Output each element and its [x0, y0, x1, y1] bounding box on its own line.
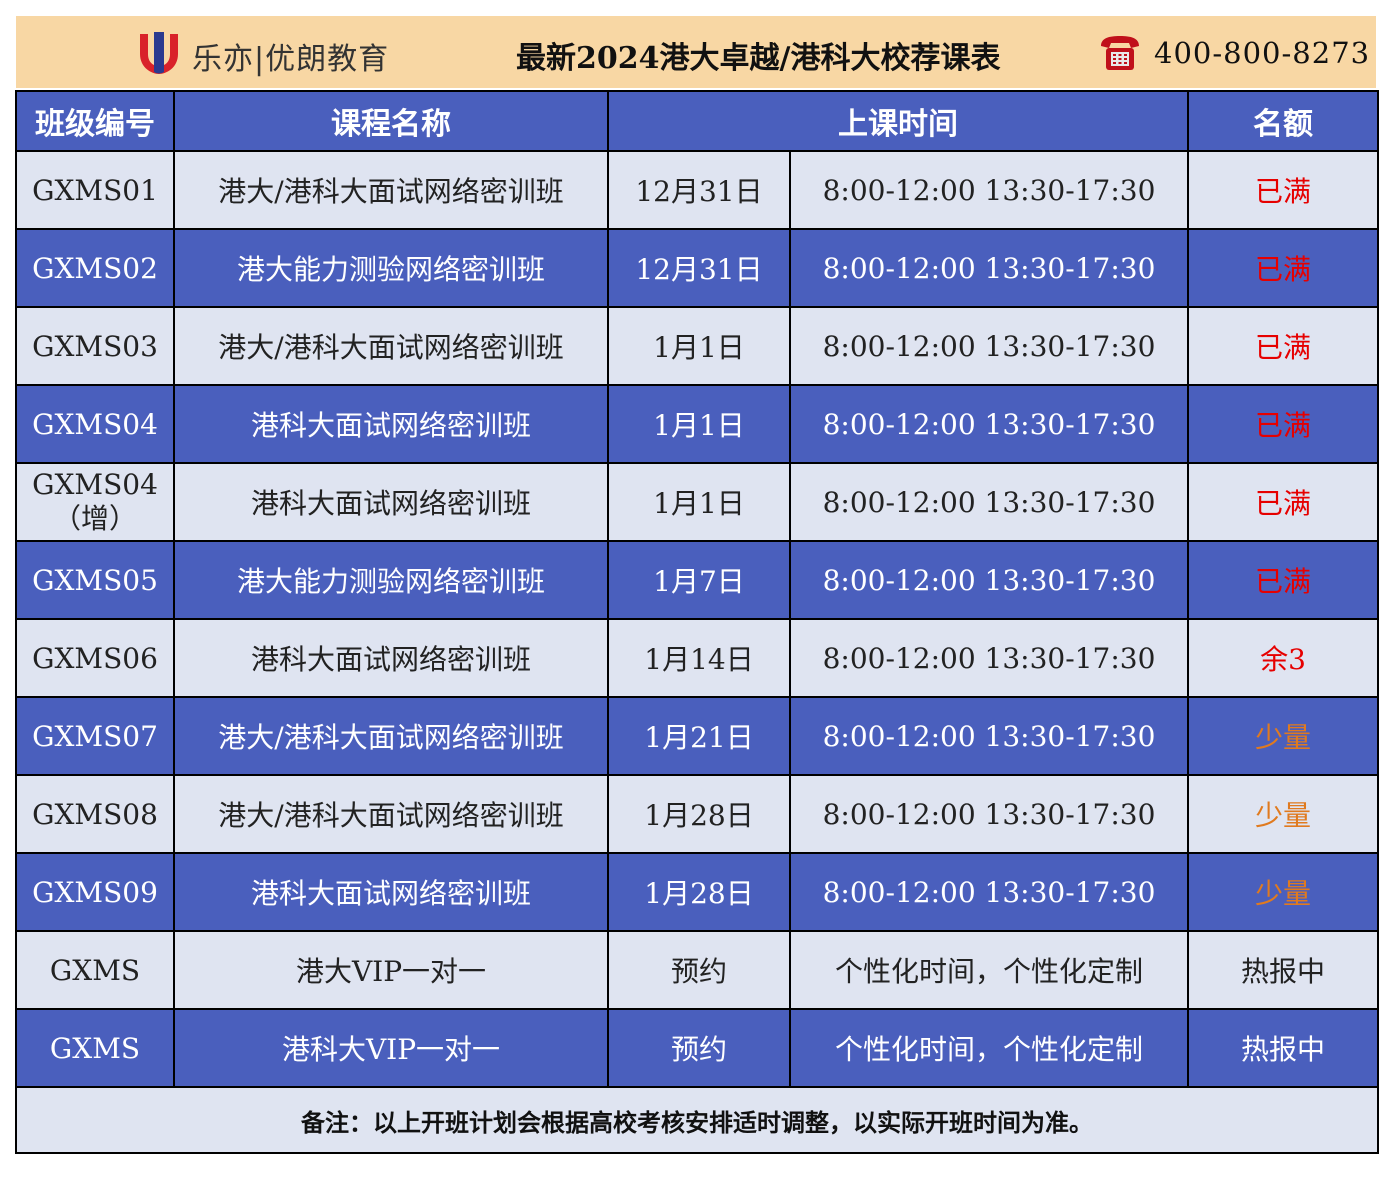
telephone-icon [1101, 36, 1139, 70]
quota-status: 热报中 [1187, 930, 1379, 1010]
table-row: GXMS02 港大能力测验网络密训班 12月31日 8:00-12:00 13:… [15, 228, 1379, 308]
class-hours: 8:00-12:00 13:30-17:30 [789, 540, 1189, 620]
class-id-suffix: （增） [52, 502, 137, 535]
class-id: GXMS03 [15, 306, 175, 386]
class-date: 1月1日 [607, 462, 791, 542]
quota-status: 已满 [1187, 306, 1379, 386]
table-row: GXMS 港大VIP一对一 预约 个性化时间，个性化定制 热报中 [15, 930, 1379, 1010]
course-name: 港大/港科大面试网络密训班 [173, 306, 609, 386]
course-name: 港科大面试网络密训班 [173, 618, 609, 698]
course-name: 港大/港科大面试网络密训班 [173, 696, 609, 776]
quota-status: 少量 [1187, 774, 1379, 854]
table-row: GXMS07 港大/港科大面试网络密训班 1月21日 8:00-12:00 13… [15, 696, 1379, 776]
note-row: 备注：以上开班计划会根据高校考核安排适时调整，以实际开班时间为准。 [15, 1086, 1379, 1154]
course-name: 港大/港科大面试网络密训班 [173, 150, 609, 230]
class-id: GXMS07 [15, 696, 175, 776]
class-id: GXMS [15, 930, 175, 1010]
class-id: GXMS09 [15, 852, 175, 932]
table-row: GXMS01 港大/港科大面试网络密训班 12月31日 8:00-12:00 1… [15, 150, 1379, 230]
class-date: 12月31日 [607, 228, 791, 308]
course-schedule-table: 班级编号 课程名称 上课时间 名额 GXMS01 港大/港科大面试网络密训班 1… [15, 90, 1379, 1154]
table-row: GXMS05 港大能力测验网络密训班 1月7日 8:00-12:00 13:30… [15, 540, 1379, 620]
table-row: GXMS04 港科大面试网络密训班 1月1日 8:00-12:00 13:30-… [15, 384, 1379, 464]
class-hours: 个性化时间，个性化定制 [789, 930, 1189, 1010]
class-id: GXMS [15, 1008, 175, 1088]
class-date: 1月7日 [607, 540, 791, 620]
table-row: GXMS04 （增） 港科大面试网络密训班 1月1日 8:00-12:00 13… [15, 462, 1379, 542]
brand-name: 乐亦|优朗教育 [192, 42, 390, 77]
class-hours: 8:00-12:00 13:30-17:30 [789, 696, 1189, 776]
class-hours: 8:00-12:00 13:30-17:30 [789, 150, 1189, 230]
quota-status: 已满 [1187, 150, 1379, 230]
class-id: GXMS04 [15, 384, 175, 464]
class-id: GXMS02 [15, 228, 175, 308]
class-id: GXMS06 [15, 618, 175, 698]
class-id: GXMS05 [15, 540, 175, 620]
course-name: 港科大VIP一对一 [173, 1008, 609, 1088]
class-hours: 8:00-12:00 13:30-17:30 [789, 384, 1189, 464]
class-date: 1月1日 [607, 306, 791, 386]
quota-status: 已满 [1187, 228, 1379, 308]
quota-status: 余3 [1187, 618, 1379, 698]
schedule-note: 备注：以上开班计划会根据高校考核安排适时调整，以实际开班时间为准。 [15, 1086, 1379, 1154]
course-name: 港大VIP一对一 [173, 930, 609, 1010]
class-date: 1月28日 [607, 774, 791, 854]
header-quota: 名额 [1187, 90, 1379, 152]
table-row: GXMS03 港大/港科大面试网络密训班 1月1日 8:00-12:00 13:… [15, 306, 1379, 386]
course-name: 港科大面试网络密训班 [173, 852, 609, 932]
class-date: 预约 [607, 930, 791, 1010]
class-date: 预约 [607, 1008, 791, 1088]
page-title: 最新2024港大卓越/港科大校荐课表 [516, 41, 1001, 76]
class-date: 1月21日 [607, 696, 791, 776]
class-hours: 个性化时间，个性化定制 [789, 1008, 1189, 1088]
course-name: 港大能力测验网络密训班 [173, 540, 609, 620]
class-hours: 8:00-12:00 13:30-17:30 [789, 774, 1189, 854]
course-name: 港科大面试网络密训班 [173, 462, 609, 542]
course-name: 港科大面试网络密训班 [173, 384, 609, 464]
header-course-name: 课程名称 [173, 90, 609, 152]
table-header-row: 班级编号 课程名称 上课时间 名额 [15, 90, 1379, 152]
table-row: GXMS 港科大VIP一对一 预约 个性化时间，个性化定制 热报中 [15, 1008, 1379, 1088]
phone-number[interactable]: 400-800-8273 [1154, 36, 1370, 70]
quota-status: 少量 [1187, 696, 1379, 776]
class-date: 12月31日 [607, 150, 791, 230]
table-row: GXMS06 港科大面试网络密训班 1月14日 8:00-12:00 13:30… [15, 618, 1379, 698]
class-id: GXMS01 [15, 150, 175, 230]
course-name: 港大/港科大面试网络密训班 [173, 774, 609, 854]
quota-status: 已满 [1187, 540, 1379, 620]
quota-status: 已满 [1187, 462, 1379, 542]
class-id: GXMS08 [15, 774, 175, 854]
class-hours: 8:00-12:00 13:30-17:30 [789, 306, 1189, 386]
header-class-time: 上课时间 [607, 90, 1189, 152]
class-date: 1月28日 [607, 852, 791, 932]
class-id: GXMS04 （增） [15, 462, 175, 542]
course-name: 港大能力测验网络密训班 [173, 228, 609, 308]
table-row: GXMS08 港大/港科大面试网络密训班 1月28日 8:00-12:00 13… [15, 774, 1379, 854]
class-date: 1月1日 [607, 384, 791, 464]
logo-icon [140, 32, 178, 74]
page-header: 乐亦|优朗教育 最新2024港大卓越/港科大校荐课表 400-800-8273 [16, 16, 1376, 88]
header-class-id: 班级编号 [15, 90, 175, 152]
quota-status: 热报中 [1187, 1008, 1379, 1088]
class-hours: 8:00-12:00 13:30-17:30 [789, 852, 1189, 932]
class-date: 1月14日 [607, 618, 791, 698]
class-hours: 8:00-12:00 13:30-17:30 [789, 462, 1189, 542]
quota-status: 已满 [1187, 384, 1379, 464]
class-hours: 8:00-12:00 13:30-17:30 [789, 618, 1189, 698]
quota-status: 少量 [1187, 852, 1379, 932]
table-row: GXMS09 港科大面试网络密训班 1月28日 8:00-12:00 13:30… [15, 852, 1379, 932]
class-hours: 8:00-12:00 13:30-17:30 [789, 228, 1189, 308]
class-id-main: GXMS04 [32, 468, 158, 501]
